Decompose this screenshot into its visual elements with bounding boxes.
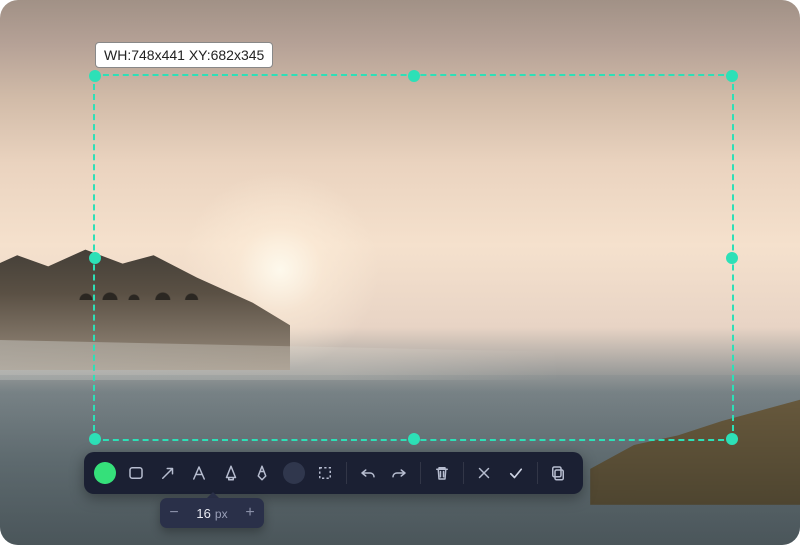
arrow-tool[interactable] (153, 458, 183, 488)
highlighter-icon (222, 464, 240, 482)
rectangle-tool[interactable] (122, 458, 152, 488)
resize-handle-bottom-left[interactable] (89, 433, 101, 445)
stepper-decrease[interactable]: − (160, 498, 188, 528)
cancel-button[interactable] (470, 458, 500, 488)
delete-button[interactable] (427, 458, 457, 488)
redo-icon (390, 464, 408, 482)
text-icon (190, 464, 208, 482)
close-icon (475, 464, 493, 482)
highlighter-tool[interactable] (216, 458, 246, 488)
redo-button[interactable] (385, 458, 415, 488)
crop-icon (316, 464, 334, 482)
color-swatch[interactable] (94, 462, 116, 484)
trash-icon (433, 464, 451, 482)
toolbar-divider (420, 462, 421, 484)
resize-handle-top-middle[interactable] (408, 70, 420, 82)
copy-button[interactable] (544, 458, 574, 488)
resize-handle-bottom-middle[interactable] (408, 433, 420, 445)
stepper-value: 16 (196, 506, 210, 521)
toolbar-divider (537, 462, 538, 484)
arrow-icon (159, 464, 177, 482)
check-icon (507, 464, 525, 482)
crop-tool[interactable] (311, 458, 341, 488)
screenshot-canvas: WH:748x441 XY:682x345 (0, 0, 800, 545)
resize-handle-middle-left[interactable] (89, 252, 101, 264)
stepper-unit: px (215, 507, 228, 521)
rectangle-icon (127, 464, 145, 482)
size-stepper: − 16 px + (160, 498, 264, 528)
selection-info-badge: WH:748x441 XY:682x345 (95, 42, 273, 68)
annotation-toolbar (84, 452, 583, 494)
resize-handle-bottom-right[interactable] (726, 433, 738, 445)
copy-icon (549, 464, 567, 482)
confirm-button[interactable] (501, 458, 531, 488)
toolbar-divider (463, 462, 464, 484)
text-tool[interactable] (185, 458, 215, 488)
selection-rectangle[interactable]: WH:748x441 XY:682x345 (93, 74, 734, 441)
resize-handle-top-left[interactable] (89, 70, 101, 82)
pen-tool[interactable] (248, 458, 278, 488)
pen-icon (253, 464, 271, 482)
undo-icon (359, 464, 377, 482)
stepper-value-display: 16 px (188, 506, 236, 521)
toolbar-divider (346, 462, 347, 484)
stepper-increase[interactable]: + (236, 498, 264, 528)
resize-handle-top-right[interactable] (726, 70, 738, 82)
circle-fill-icon (283, 462, 305, 484)
undo-button[interactable] (353, 458, 383, 488)
resize-handle-middle-right[interactable] (726, 252, 738, 264)
shape-fill-tool[interactable] (279, 458, 309, 488)
